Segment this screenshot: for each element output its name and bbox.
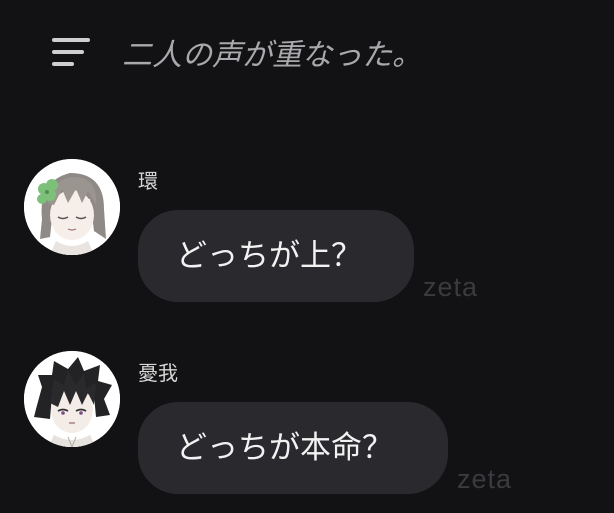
menu-line	[52, 38, 90, 42]
menu-line	[52, 50, 84, 54]
sender-name: 環	[138, 169, 158, 193]
chat-title: 二人の声が重なった。	[122, 38, 422, 73]
avatar-tamaki-image	[24, 159, 120, 255]
hamburger-menu-icon[interactable]	[52, 36, 90, 68]
message-bubble: どっちが上？	[138, 210, 414, 302]
watermark: zeta	[423, 272, 479, 302]
menu-line	[52, 62, 74, 66]
avatar-yuuga[interactable]	[24, 351, 120, 447]
chat-header: 二人の声が重なった。	[0, 0, 614, 100]
avatar-tamaki[interactable]	[24, 159, 120, 255]
avatar-yuuga-image	[24, 351, 120, 447]
sender-name: 憂我	[138, 361, 178, 385]
watermark: zeta	[457, 464, 513, 494]
message-bubble: どっちが本命？	[138, 402, 448, 494]
